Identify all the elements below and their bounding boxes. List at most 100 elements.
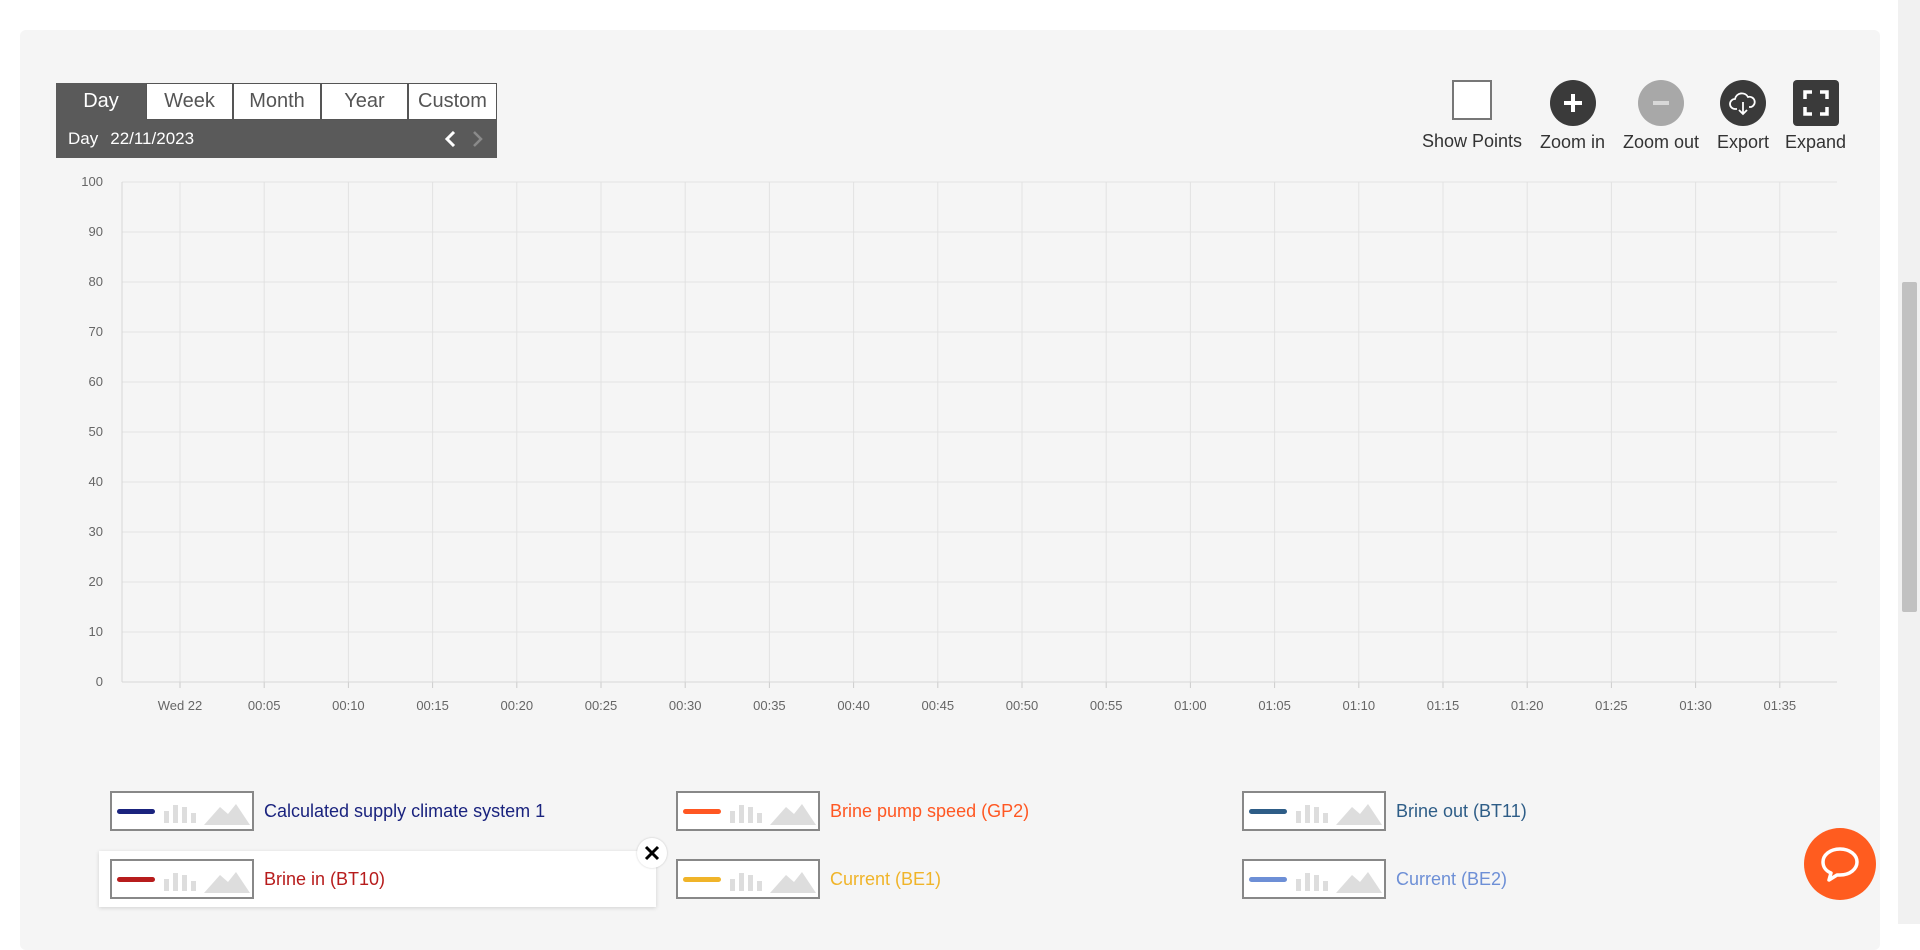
series-color-swatch — [1249, 809, 1287, 814]
x-tick-label: 00:35 — [753, 698, 786, 713]
x-tick-label: 01:15 — [1427, 698, 1460, 713]
series-color-swatch — [683, 809, 721, 814]
legend-label: Brine out (BT11) — [1396, 800, 1527, 821]
series-color-swatch — [683, 877, 721, 882]
tab-month[interactable]: Month — [233, 83, 321, 120]
bar-chart-icon — [730, 805, 762, 823]
x-tick-label: 00:10 — [332, 698, 365, 713]
y-tick-label: 10 — [89, 624, 103, 639]
area-chart-icon — [770, 872, 816, 893]
x-tick-label: 01:20 — [1511, 698, 1544, 713]
zoom-out-label: Zoom out — [1623, 132, 1700, 152]
legend-toggle[interactable] — [110, 791, 254, 831]
legend-label: Brine pump speed (GP2) — [830, 800, 1030, 821]
y-tick-label: 40 — [89, 474, 103, 489]
area-chart-icon — [204, 804, 250, 825]
x-tick-label: 00:25 — [585, 698, 618, 713]
series-color-swatch — [117, 877, 155, 882]
x-tick-label: 01:05 — [1258, 698, 1291, 713]
legend-label: Current (BE1) — [830, 868, 942, 889]
export-label: Export — [1717, 132, 1770, 152]
bar-chart-icon — [1296, 873, 1328, 891]
day-label: Day — [68, 129, 99, 148]
show-points-label: Show Points — [1422, 131, 1523, 151]
legend-item-brine-in[interactable]: Brine in (BT10) — [99, 851, 656, 907]
current-date: 22/11/2023 — [110, 129, 195, 148]
legend-label: Brine in (BT10) — [264, 868, 386, 889]
legend-item-calculated-supply[interactable]: Calculated supply climate system 1 — [82, 783, 642, 839]
legend-toggle[interactable] — [1242, 859, 1386, 899]
fullscreen-icon — [1802, 90, 1829, 116]
export-button[interactable] — [1720, 80, 1767, 126]
y-tick-label: 90 — [89, 224, 103, 239]
x-tick-label: 01:10 — [1343, 698, 1376, 713]
tab-day[interactable]: Day — [56, 83, 146, 120]
period-selector: Day Week Month Year Custom Day 22/11/202… — [56, 83, 497, 158]
x-tick-label: 00:20 — [501, 698, 534, 713]
y-tick-label: 50 — [89, 424, 103, 439]
area-chart-icon — [1336, 872, 1382, 893]
series-color-swatch — [1249, 877, 1287, 882]
legend-toggle[interactable] — [676, 791, 820, 831]
chat-button[interactable] — [1804, 828, 1876, 900]
zoom-out-button[interactable] — [1638, 80, 1685, 126]
minus-icon — [1653, 101, 1670, 105]
x-tick-label: 00:30 — [669, 698, 702, 713]
legend-toggle[interactable] — [110, 859, 254, 899]
x-tick-label: 01:30 — [1679, 698, 1712, 713]
legend-item-current-be2[interactable]: Current (BE2) — [1214, 851, 1774, 907]
period-tabs: Day Week Month Year Custom — [56, 83, 497, 120]
expand-label: Expand — [1785, 132, 1847, 152]
y-tick-label: 70 — [89, 324, 103, 339]
y-tick-label: 80 — [89, 274, 103, 289]
bar-chart-icon — [164, 805, 196, 823]
x-tick-label: 01:25 — [1595, 698, 1628, 713]
chevron-left-icon — [444, 131, 456, 147]
zoom-in-button[interactable] — [1549, 80, 1596, 126]
legend-toggle[interactable] — [676, 859, 820, 899]
x-tick-label: 01:35 — [1764, 698, 1797, 713]
legend-toggle[interactable] — [1242, 791, 1386, 831]
show-points-toggle[interactable]: Show Points — [1422, 80, 1522, 152]
date-row: Day 22/11/2023 — [56, 120, 497, 158]
page-scrollbar[interactable] — [1898, 0, 1920, 924]
cloud-download-icon — [1729, 92, 1756, 116]
x-tick-label: 01:00 — [1174, 698, 1207, 713]
scrollbar-thumb[interactable] — [1902, 282, 1917, 612]
y-tick-label: 60 — [89, 374, 103, 389]
chevron-right-icon — [473, 131, 483, 147]
y-tick-label: 20 — [89, 574, 103, 589]
y-tick-label: 100 — [81, 174, 103, 189]
series-color-swatch — [117, 809, 155, 814]
bar-chart-icon — [164, 873, 196, 891]
export-tool[interactable]: Export — [1717, 80, 1769, 153]
y-tick-label: 0 — [96, 674, 103, 689]
next-day-button[interactable] — [466, 128, 488, 150]
area-chart-icon — [770, 804, 816, 825]
show-points-checkbox[interactable] — [1452, 80, 1493, 120]
tab-custom[interactable]: Custom — [408, 83, 497, 120]
plus-icon — [1563, 94, 1582, 112]
x-tick-label: Wed 22 — [158, 698, 203, 713]
area-chart-icon — [204, 872, 250, 893]
legend-item-brine-pump-speed[interactable]: Brine pump speed (GP2) — [648, 783, 1208, 839]
legend-item-current-be1[interactable]: Current (BE1) — [648, 851, 1208, 907]
zoom-out-tool[interactable]: Zoom out — [1623, 80, 1699, 153]
bar-chart-icon — [1296, 805, 1328, 823]
legend-label: Calculated supply climate system 1 — [264, 800, 546, 821]
expand-button[interactable] — [1792, 80, 1839, 126]
expand-tool[interactable]: Expand — [1785, 80, 1846, 153]
x-tick-label: 00:45 — [922, 698, 955, 713]
legend-item-brine-out[interactable]: Brine out (BT11) — [1214, 783, 1774, 839]
zoom-in-label: Zoom in — [1540, 132, 1606, 152]
line-chart[interactable]: 0 10 20 30 40 50 60 70 80 90 100 Wed 22 00:05 00:10 00… — [70, 170, 1840, 715]
tab-year[interactable]: Year — [321, 83, 408, 120]
chat-bubble-icon — [1821, 847, 1859, 882]
x-tick-label: 00:55 — [1090, 698, 1123, 713]
bar-chart-icon — [730, 873, 762, 891]
zoom-in-tool[interactable]: Zoom in — [1540, 80, 1605, 153]
x-tick-label: 00:40 — [837, 698, 870, 713]
previous-day-button[interactable] — [440, 128, 462, 150]
tab-week[interactable]: Week — [146, 83, 233, 120]
area-chart-icon — [1336, 804, 1382, 825]
